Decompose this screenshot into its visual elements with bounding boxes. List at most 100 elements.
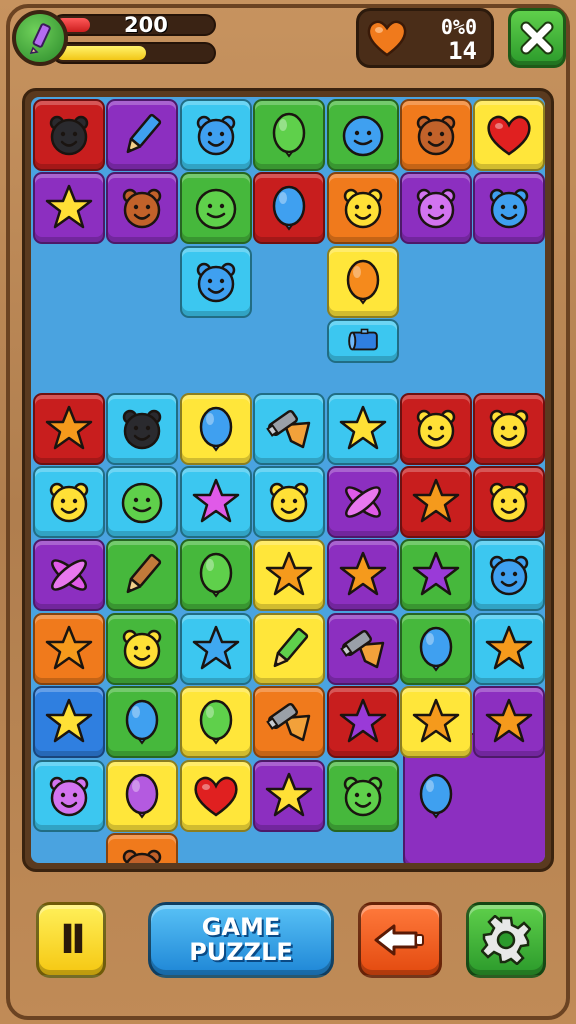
board-tile[interactable]	[106, 99, 179, 171]
board-tile[interactable]	[400, 760, 472, 832]
green-blob-icon	[122, 482, 163, 524]
close-button[interactable]	[508, 8, 566, 68]
board-tile[interactable]	[106, 172, 179, 245]
black-bear-icon	[49, 115, 89, 156]
blue-balloon-icon	[419, 773, 453, 819]
board-tile[interactable]	[179, 99, 252, 171]
board-tile[interactable]	[106, 466, 179, 538]
board-tile[interactable]	[179, 612, 252, 685]
board-tile[interactable]	[179, 759, 252, 832]
hammer-icon	[266, 703, 311, 742]
board-tile[interactable]	[253, 612, 326, 685]
board-tile[interactable]	[326, 759, 399, 832]
pink-bear-icon	[416, 189, 456, 229]
blue-barrel-icon	[347, 328, 378, 351]
board-tile[interactable]	[326, 99, 399, 171]
orange-star-icon	[486, 625, 533, 670]
board-tile[interactable]	[33, 172, 105, 245]
green-blob-icon	[195, 189, 237, 230]
board-tile[interactable]	[326, 466, 399, 538]
yellow-bear-icon	[269, 482, 309, 523]
board-tile[interactable]	[33, 686, 105, 759]
board-tile[interactable]	[253, 99, 326, 171]
blue-star-icon	[192, 625, 240, 670]
blue-bear-icon	[490, 556, 529, 596]
board-tile[interactable]	[106, 833, 179, 863]
stats-panel: 0%0 14	[356, 8, 494, 68]
board-tile[interactable]	[179, 245, 252, 318]
board-tile[interactable]	[106, 759, 179, 832]
board-tile[interactable]	[179, 686, 252, 759]
board-tile[interactable]	[179, 172, 252, 245]
blue-balloon-icon	[126, 699, 159, 745]
heart-icon	[194, 776, 238, 817]
board-tile[interactable]	[179, 392, 252, 465]
orange-star-icon	[265, 552, 313, 596]
stat-top-value: 0%0	[440, 15, 477, 39]
board-tile[interactable]	[400, 686, 472, 759]
board-tile[interactable]	[400, 172, 472, 245]
board-tile[interactable]	[473, 392, 545, 465]
board-tile[interactable]	[33, 539, 105, 612]
board-tile[interactable]	[106, 392, 179, 465]
board-tile[interactable]	[33, 466, 105, 538]
purple-star-icon	[412, 552, 460, 596]
board-tile[interactable]	[106, 539, 179, 612]
blue-balloon-icon	[272, 186, 306, 232]
hammer-icon	[339, 629, 384, 669]
board-tile[interactable]	[106, 612, 179, 685]
board-tile[interactable]	[253, 759, 326, 832]
yellow-bear-icon	[490, 482, 529, 523]
board-tile[interactable]	[400, 466, 472, 538]
board-tile[interactable]	[253, 686, 326, 759]
board-tile[interactable]	[326, 245, 399, 318]
star-icon	[45, 698, 93, 743]
game-puzzle-button[interactable]: GAME PUZZLE	[148, 902, 334, 978]
back-button[interactable]	[358, 902, 442, 978]
settings-button[interactable]	[466, 902, 546, 978]
board-tile[interactable]	[326, 539, 399, 612]
board-tile[interactable]	[253, 172, 326, 245]
board-tile[interactable]	[33, 612, 105, 685]
board-tile[interactable]	[106, 686, 179, 759]
player-avatar[interactable]	[12, 10, 68, 66]
board-tile[interactable]	[400, 539, 472, 612]
board-tile[interactable]	[179, 466, 252, 538]
board-tile[interactable]	[400, 392, 472, 465]
pink-bear-icon	[49, 776, 89, 816]
progress-bar	[52, 42, 216, 64]
board-tile[interactable]	[473, 466, 545, 538]
black-bear-icon	[123, 409, 162, 449]
board-tile[interactable]	[326, 686, 399, 759]
board-tile[interactable]	[33, 99, 105, 171]
hammer-icon	[266, 409, 311, 448]
board-tile[interactable]	[326, 319, 399, 364]
board-tile[interactable]	[473, 172, 545, 245]
board-tile[interactable]	[326, 612, 399, 685]
board-tile[interactable]	[400, 99, 472, 171]
board-tile[interactable]	[326, 392, 399, 465]
board-tile[interactable]	[473, 539, 545, 612]
brown-bear-icon	[123, 189, 162, 229]
pink-cross-icon	[51, 559, 87, 592]
board-tile[interactable]	[253, 539, 326, 612]
game-button-line1: GAME	[201, 913, 281, 941]
board-tile[interactable]	[473, 686, 545, 759]
board-tile[interactable]	[253, 392, 326, 465]
board-tile[interactable]	[33, 759, 105, 832]
star-icon	[45, 185, 93, 229]
board-tile[interactable]	[179, 539, 252, 612]
board-tile[interactable]	[253, 466, 326, 538]
orange-star-icon	[412, 698, 460, 743]
board-tile[interactable]	[400, 612, 472, 685]
board-tile[interactable]	[326, 172, 399, 245]
board-tile[interactable]	[473, 612, 545, 685]
board-tile[interactable]	[33, 392, 105, 465]
pause-button[interactable]: II	[36, 902, 106, 978]
board-tile[interactable]	[473, 99, 545, 171]
tile-grid	[31, 97, 545, 863]
star-icon	[265, 772, 313, 816]
heart-icon	[487, 115, 532, 156]
blue-blob-icon	[342, 115, 383, 157]
green-bear-icon	[343, 776, 382, 816]
